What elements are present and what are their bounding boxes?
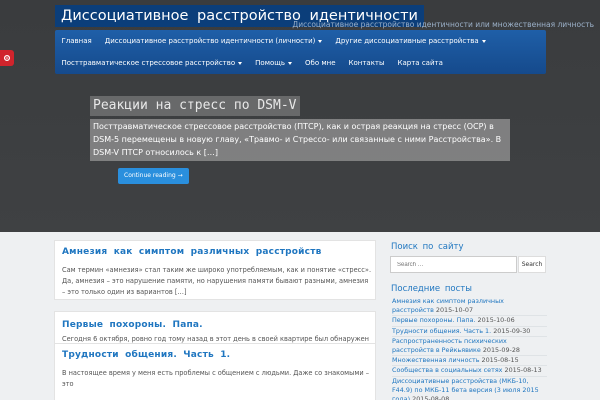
article-excerpt: Сам термин «амнезия» стал таким же широк…	[62, 266, 372, 296]
recent-post-item: Сообщества в социальных сетях 2015-08-13	[392, 366, 547, 377]
nav-item-label: Помощь	[255, 59, 285, 67]
search-button[interactable]: Search	[518, 256, 546, 273]
caret-down-icon	[288, 61, 292, 65]
recent-post-link[interactable]: Трудности общения. Часть 1.	[392, 327, 491, 335]
continue-reading-button[interactable]: Continue reading →	[118, 168, 189, 184]
article-card: Трудности общения. Часть 1. В настоящее …	[54, 343, 376, 400]
recent-post-item: Трудности общения. Часть 1. 2015-09-30	[392, 327, 547, 337]
nav-item-row1-1[interactable]: Диссоциативное расстройство идентичности…	[98, 30, 329, 52]
recent-post-link[interactable]: Первые похороны. Папа.	[392, 316, 475, 324]
article-title[interactable]: Первые похороны. Папа.	[62, 320, 203, 330]
article-title[interactable]: Трудности общения. Часть 1.	[62, 350, 230, 360]
featured-post-excerpt: Посттравматическое стрессовое расстройст…	[90, 119, 510, 161]
nav-item-label: Главная	[61, 37, 92, 45]
recent-post-item: Распространенность психических расстройс…	[392, 337, 547, 357]
search-widget-title: Поиск по сайту	[391, 242, 464, 252]
site-description: Диссоциативное расстройство идентичности…	[292, 20, 594, 29]
recent-post-date: 2015-10-06	[477, 316, 515, 325]
nav-row-2: Посттравматическое стрессовое расстройст…	[55, 52, 449, 74]
article-title[interactable]: Амнезия как симптом различных расстройст…	[62, 247, 322, 257]
recent-post-date: 2015-08-15	[481, 356, 519, 365]
nav-row-1: Главная Диссоциативное расстройство идент…	[55, 30, 492, 52]
recent-post-date: 2015-08-08	[412, 395, 450, 400]
nav-item-row1-2[interactable]: Другие диссоциативные расстройства	[329, 30, 492, 52]
nav-item-row2-2[interactable]: Обо мне	[299, 52, 343, 74]
nav-item-label: Карта сайта	[397, 59, 443, 67]
recent-post-date: 2015-09-28	[482, 346, 520, 355]
recent-post-date: 2015-08-13	[504, 366, 542, 375]
nav-item-label: Контакты	[348, 59, 385, 67]
article-excerpt: В настоящее время у меня есть проблемы с…	[62, 369, 370, 388]
caret-down-icon	[318, 39, 323, 43]
featured-post-title[interactable]: Реакции на стресс по DSM-V	[90, 96, 300, 116]
article-card: Амнезия как симптом различных расстройст…	[54, 240, 376, 300]
recent-posts-title: Последние посты	[391, 284, 472, 294]
recent-post-date: 2015-10-07	[435, 306, 474, 315]
side-settings-tab[interactable]	[0, 50, 14, 66]
main-navigation: Главная Диссоциативное расстройство идент…	[55, 30, 546, 74]
recent-posts-list: Амнезия как симптом различных расстройст…	[392, 297, 547, 400]
recent-post-item: Первые похороны. Папа. 2015-10-06	[392, 316, 547, 327]
recent-post-date: 2015-09-30	[493, 326, 531, 335]
recent-post-link[interactable]: Множественная личность	[392, 356, 479, 364]
nav-item-row2-4[interactable]: Карта сайта	[391, 52, 449, 74]
recent-post-item: Диссоциативные расстройства (МКБ-10, F44…	[392, 377, 547, 400]
nav-item-row2-0[interactable]: Посттравматическое стрессовое расстройст…	[55, 52, 249, 74]
nav-item-label: Обо мне	[305, 59, 336, 67]
recent-post-link[interactable]: Сообщества в социальных сетях	[392, 366, 502, 374]
nav-item-row1-0[interactable]: Главная	[55, 30, 98, 52]
caret-down-icon	[481, 39, 486, 43]
recent-post-item: Амнезия как симптом различных расстройст…	[392, 297, 547, 317]
nav-item-label: Другие диссоциативные расстройства	[335, 37, 479, 45]
nav-item-label: Посттравматическое стрессовое расстройст…	[61, 59, 236, 67]
nav-item-label: Диссоциативное расстройство идентичности…	[104, 37, 316, 45]
recent-post-item: Множественная личность 2015-08-15	[392, 356, 547, 367]
gear-icon	[3, 54, 11, 62]
caret-down-icon	[238, 61, 243, 65]
nav-item-row2-1[interactable]: Помощь	[249, 52, 299, 74]
search-input[interactable]	[390, 256, 517, 273]
nav-item-row2-3[interactable]: Контакты	[342, 52, 391, 74]
